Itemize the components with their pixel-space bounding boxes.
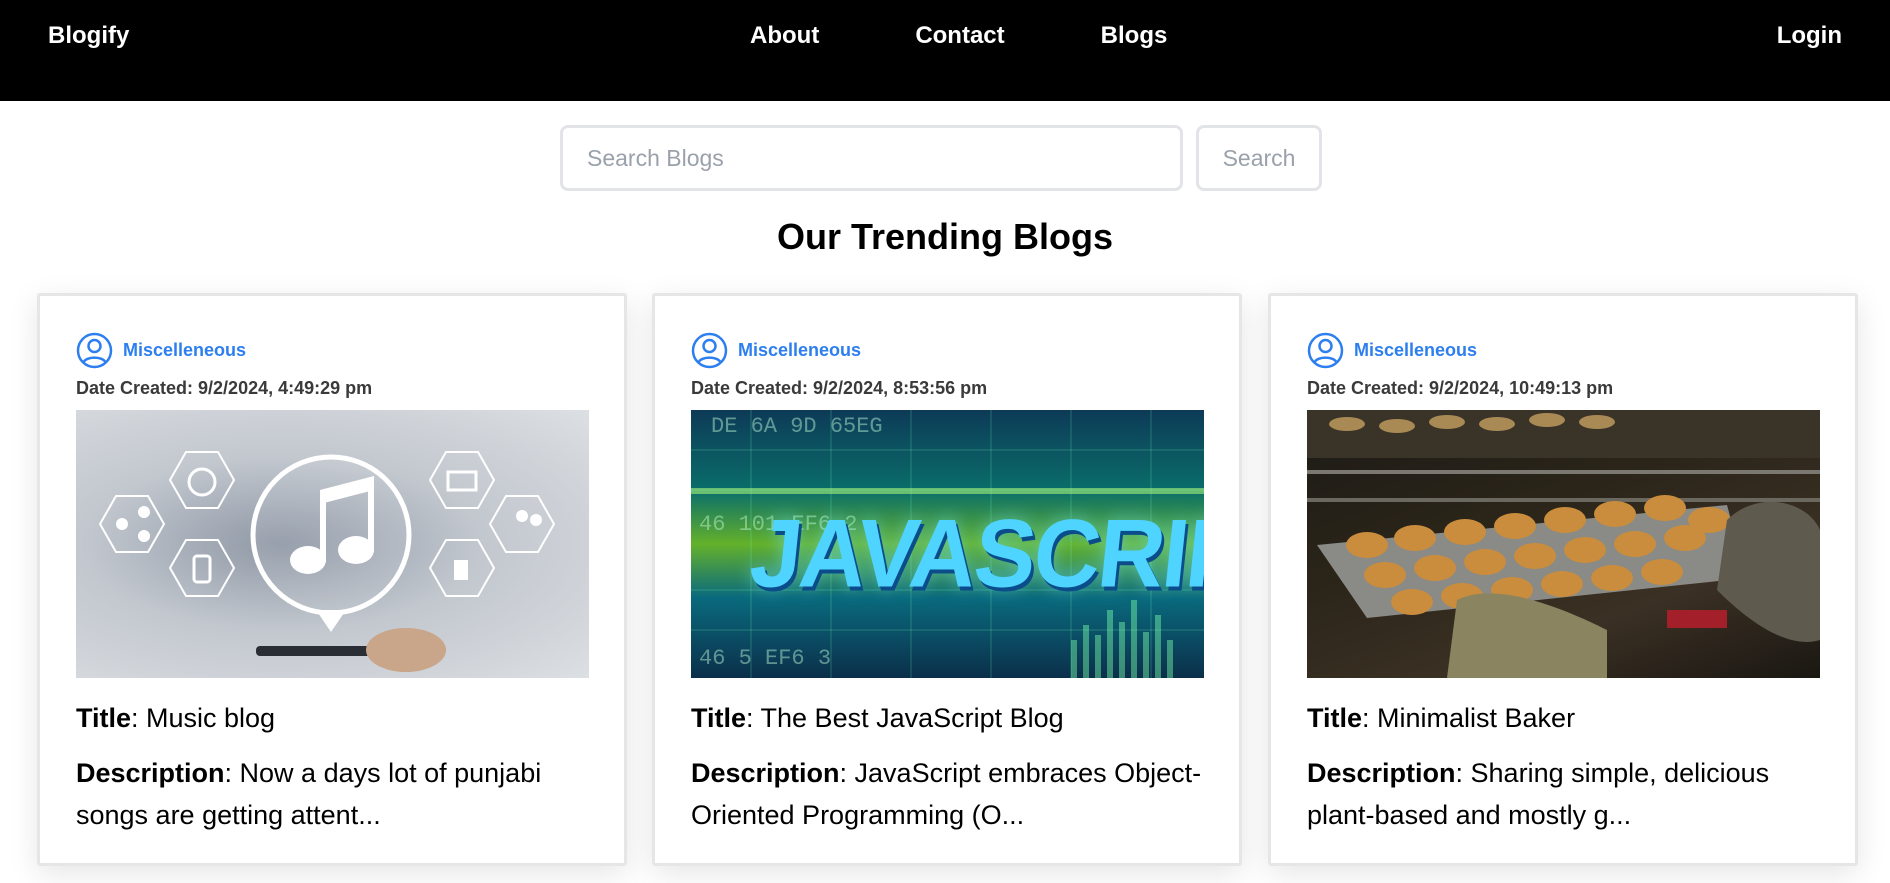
blog-card[interactable]: Miscelleneous Date Created: 9/2/2024, 4:… (37, 293, 627, 866)
top-navbar: Blogify About Contact Blogs Login (0, 0, 1890, 101)
blog-image[interactable] (1307, 410, 1820, 678)
card-title[interactable]: Title: Music blog (76, 698, 596, 738)
user-avatar-icon (1307, 332, 1344, 369)
login-link[interactable]: Login (1777, 22, 1842, 50)
title-text: : Music blog (131, 703, 276, 733)
author-name[interactable]: Miscelleneous (1354, 340, 1477, 361)
card-author[interactable]: Miscelleneous (691, 332, 861, 369)
search-button[interactable]: Search (1196, 125, 1322, 191)
blog-image[interactable] (76, 410, 589, 678)
nav-link-blogs[interactable]: Blogs (1101, 22, 1168, 50)
author-name[interactable]: Miscelleneous (123, 340, 246, 361)
description-label: Description (691, 758, 840, 788)
title-label: Title (1307, 703, 1363, 733)
date-created: Date Created: 9/2/2024, 8:53:56 pm (691, 378, 988, 398)
blog-image[interactable]: DE 6A 9D 65EG 46 101 EF6 2 46 5 EF6 3 JA… (691, 410, 1204, 678)
brand-logo[interactable]: Blogify (48, 22, 129, 50)
muffins-photo (1307, 410, 1820, 678)
card-description: Description: Now a days lot of punjabi s… (76, 752, 596, 836)
author-name[interactable]: Miscelleneous (738, 340, 861, 361)
user-avatar-icon (76, 332, 113, 369)
title-text: : Minimalist Baker (1362, 703, 1576, 733)
card-author[interactable]: Miscelleneous (76, 332, 246, 369)
card-description: Description: Sharing simple, delicious p… (1307, 752, 1827, 836)
user-avatar-icon (691, 332, 728, 369)
title-text: : The Best JavaScript Blog (746, 703, 1064, 733)
code-glyphs: 46 5 EF6 3 (699, 646, 832, 671)
section-title: Our Trending Blogs (776, 216, 1113, 257)
card-description: Description: JavaScript embraces Object-… (691, 752, 1211, 836)
blog-card[interactable]: Miscelleneous Date Created: 9/2/2024, 10… (1268, 293, 1858, 866)
search-bar: Search (560, 125, 1322, 191)
title-label: Title (691, 703, 747, 733)
javascript-banner-text: JAVASCRIPT (745, 500, 1204, 608)
blog-card[interactable]: Miscelleneous Date Created: 9/2/2024, 8:… (652, 293, 1242, 866)
card-title[interactable]: Title: The Best JavaScript Blog (691, 698, 1211, 738)
search-input[interactable] (560, 125, 1183, 191)
nav-link-contact[interactable]: Contact (915, 22, 1004, 50)
date-created: Date Created: 9/2/2024, 10:49:13 pm (1307, 378, 1614, 398)
description-label: Description (1307, 758, 1456, 788)
date-created: Date Created: 9/2/2024, 4:49:29 pm (76, 378, 373, 398)
code-glyphs: DE 6A 9D 65EG (711, 414, 883, 439)
card-author[interactable]: Miscelleneous (1307, 332, 1477, 369)
nav-link-about[interactable]: About (750, 22, 819, 50)
music-icon (98, 451, 556, 672)
title-label: Title (76, 703, 132, 733)
nav-links: About Contact Blogs (750, 22, 1167, 50)
description-label: Description (76, 758, 225, 788)
card-title[interactable]: Title: Minimalist Baker (1307, 698, 1827, 738)
